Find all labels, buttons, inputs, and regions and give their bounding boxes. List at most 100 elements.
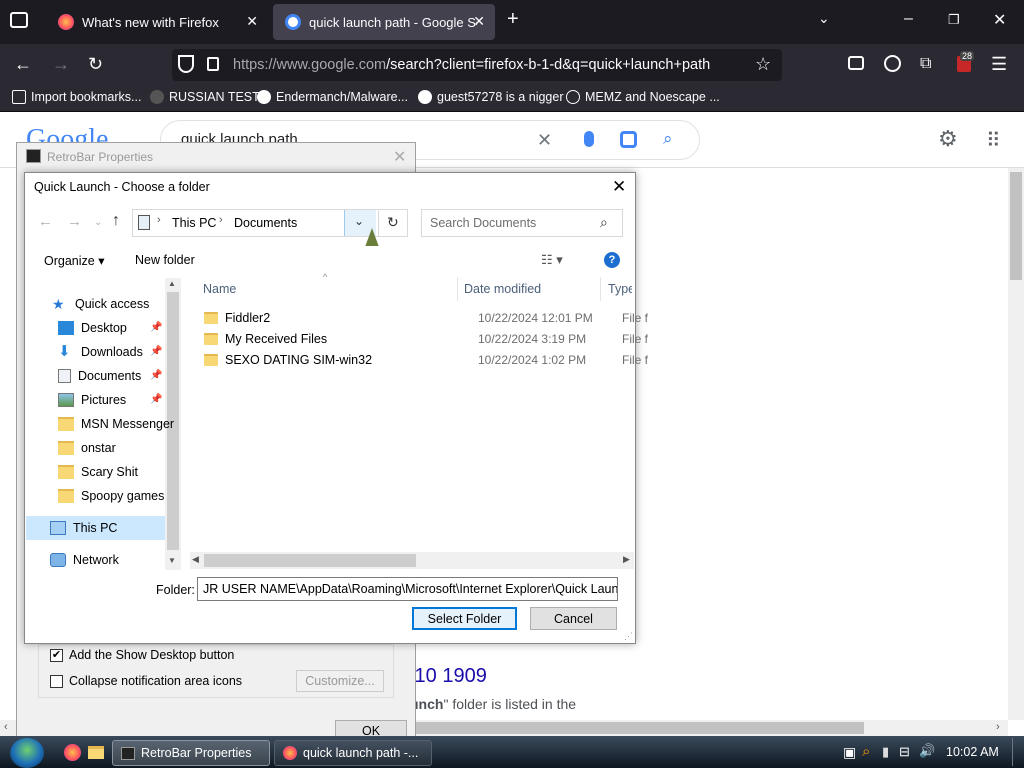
retrobar-close-icon[interactable]: ✕ bbox=[393, 147, 406, 167]
show-desktop-button[interactable] bbox=[1012, 738, 1022, 766]
firefox-view-icon[interactable] bbox=[10, 12, 28, 28]
select-folder-button[interactable]: Select Folder bbox=[412, 607, 517, 630]
taskbar-item-retrobar[interactable]: RetroBar Properties bbox=[112, 740, 270, 766]
forward-icon[interactable]: → bbox=[52, 54, 70, 74]
close-tab-icon[interactable]: ✕ bbox=[473, 13, 485, 30]
shield-icon[interactable] bbox=[178, 55, 194, 73]
apps-grid-icon[interactable]: ⠿ bbox=[986, 128, 1001, 153]
up-arrow-icon[interactable]: ↑ bbox=[112, 212, 120, 230]
page-scroll-thumb[interactable] bbox=[1010, 172, 1022, 280]
scroll-right-icon[interactable]: ▶ bbox=[623, 554, 630, 565]
lens-icon[interactable] bbox=[620, 131, 637, 148]
menu-icon[interactable]: ☰ bbox=[991, 54, 1007, 74]
close-window-icon[interactable]: ✕ bbox=[993, 10, 1006, 30]
breadcrumb-this-pc[interactable]: This PC bbox=[172, 216, 216, 230]
lock-icon[interactable] bbox=[207, 57, 219, 71]
firefox-quick-launch-icon[interactable] bbox=[64, 744, 81, 761]
bookmark-memz[interactable]: MEMZ and Noescape ... bbox=[566, 90, 720, 104]
nav-pictures[interactable]: Pictures bbox=[58, 388, 126, 412]
breadcrumb-documents[interactable]: Documents bbox=[234, 216, 297, 230]
bookmark-import[interactable]: Import bookmarks... bbox=[12, 90, 141, 104]
nav-msn-messenger[interactable]: MSN Messenger bbox=[58, 412, 174, 436]
show-desktop-checkbox[interactable]: ✔ bbox=[50, 649, 63, 662]
account-icon[interactable] bbox=[884, 55, 901, 72]
new-tab-icon[interactable]: + bbox=[507, 8, 519, 31]
column-separator[interactable] bbox=[457, 277, 458, 301]
nav-quick-access[interactable]: ★ Quick access bbox=[52, 292, 149, 316]
column-date-modified[interactable]: Date modified bbox=[464, 282, 541, 296]
cancel-button[interactable]: Cancel bbox=[530, 607, 617, 630]
collapse-icons-checkbox[interactable] bbox=[50, 675, 63, 688]
taskbar-clock[interactable]: 10:02 AM bbox=[946, 745, 999, 759]
bookmark-guest[interactable]: guest57278 is a nigger bbox=[418, 90, 563, 104]
tray-battery-icon[interactable]: ▮ bbox=[882, 744, 889, 760]
minimize-icon[interactable]: – bbox=[904, 10, 913, 28]
sort-ascending-icon: ^ bbox=[323, 272, 328, 282]
forward-arrow-icon[interactable]: → bbox=[67, 213, 82, 230]
tray-volume-icon[interactable]: 🔊 bbox=[919, 743, 935, 759]
tray-network-monitor-icon[interactable]: ▣ bbox=[843, 744, 856, 761]
list-tabs-chevron-icon[interactable]: ⌄ bbox=[818, 10, 830, 27]
folder-icon bbox=[58, 441, 74, 455]
resize-grip-icon[interactable]: ⋰ bbox=[624, 631, 633, 642]
recent-locations-icon[interactable]: ⌄ bbox=[94, 217, 102, 228]
folder-path-input[interactable]: JR USER NAME\AppData\Roaming\Microsoft\I… bbox=[197, 577, 618, 601]
file-row[interactable]: SEXO DATING SIM-win32 10/22/2024 1:02 PM F… bbox=[204, 349, 648, 370]
pin-icon: 📌 bbox=[150, 394, 163, 405]
clear-search-icon[interactable]: ✕ bbox=[537, 130, 552, 151]
extensions-icon[interactable]: ⧉ bbox=[920, 54, 931, 74]
customize-button[interactable]: Customize... bbox=[296, 670, 384, 692]
organize-menu[interactable]: Organize ▾ bbox=[44, 253, 104, 268]
column-separator[interactable] bbox=[600, 277, 601, 301]
nav-network[interactable]: Network bbox=[50, 548, 119, 572]
restore-icon[interactable]: ❐ bbox=[948, 12, 960, 28]
scroll-down-icon[interactable]: ▼ bbox=[168, 556, 176, 565]
view-options-icon[interactable]: ☷ ▾ bbox=[541, 252, 563, 268]
taskbar-item-firefox[interactable]: quick launch path -... bbox=[274, 740, 432, 766]
bookmark-russian-test[interactable]: RUSSIAN TEST bbox=[150, 90, 260, 104]
google-icon bbox=[285, 14, 301, 30]
tray-monitor-icon[interactable]: ⊟ bbox=[899, 744, 910, 760]
help-icon[interactable]: ? bbox=[604, 252, 620, 268]
new-folder-button[interactable]: New folder bbox=[135, 253, 195, 267]
scroll-left-icon[interactable]: ‹ bbox=[4, 721, 8, 733]
settings-gear-icon[interactable]: ⚙ bbox=[938, 126, 958, 152]
desktop-icon bbox=[58, 321, 74, 335]
bookmark-endermanch[interactable]: Endermanch/Malware... bbox=[257, 90, 408, 104]
column-type[interactable]: Type bbox=[608, 282, 632, 296]
start-button[interactable] bbox=[10, 738, 44, 768]
dialog-close-icon[interactable]: ✕ bbox=[612, 177, 626, 197]
back-icon[interactable]: ← bbox=[14, 54, 32, 74]
tab-whats-new[interactable]: What's new with Firefox ✕ bbox=[46, 4, 268, 40]
close-tab-icon[interactable]: ✕ bbox=[246, 13, 258, 30]
scroll-right-icon[interactable]: › bbox=[996, 721, 1000, 733]
microphone-icon[interactable] bbox=[584, 131, 594, 147]
scroll-left-icon[interactable]: ◀ bbox=[192, 554, 199, 565]
search-icon[interactable]: ⌕ bbox=[663, 129, 673, 149]
bookmark-star-icon[interactable]: ☆ bbox=[755, 54, 771, 74]
nav-downloads[interactable]: ⬇ Downloads bbox=[58, 340, 143, 364]
tray-search-icon[interactable]: ⌕ bbox=[862, 743, 870, 760]
network-icon bbox=[50, 553, 66, 567]
back-arrow-icon[interactable]: ← bbox=[38, 213, 53, 230]
nav-desktop[interactable]: Desktop bbox=[58, 316, 127, 340]
file-row[interactable]: Fiddler210/22/2024 12:01 PMFile fo bbox=[204, 307, 648, 328]
nav-documents[interactable]: Documents bbox=[58, 364, 141, 388]
tab-google-search[interactable]: quick launch path - Google Sea ✕ bbox=[273, 4, 495, 40]
nav-scary-shit[interactable]: Scary Shit bbox=[58, 460, 138, 484]
folder-icon bbox=[58, 417, 74, 431]
nav-this-pc[interactable]: This PC bbox=[50, 516, 117, 540]
folder-label: Folder: bbox=[156, 583, 195, 597]
explorer-quick-launch-icon[interactable] bbox=[88, 746, 104, 759]
column-name[interactable]: Name bbox=[203, 282, 236, 296]
file-list-scroll-thumb[interactable] bbox=[204, 554, 416, 567]
nav-onstar[interactable]: onstar bbox=[58, 436, 116, 460]
file-row[interactable]: My Received Files 10/22/2024 3:19 PM File … bbox=[204, 328, 648, 349]
pocket-icon[interactable] bbox=[848, 56, 864, 70]
scroll-up-icon[interactable]: ▲ bbox=[168, 279, 176, 288]
url-text[interactable]: https://www.google.com/search?client=fir… bbox=[233, 57, 710, 73]
computer-icon bbox=[50, 521, 66, 535]
extension-badge: 28 bbox=[960, 51, 975, 61]
nav-spoopy-games[interactable]: Spoopy games bbox=[58, 484, 164, 508]
reload-icon[interactable]: ↻ bbox=[88, 54, 103, 74]
